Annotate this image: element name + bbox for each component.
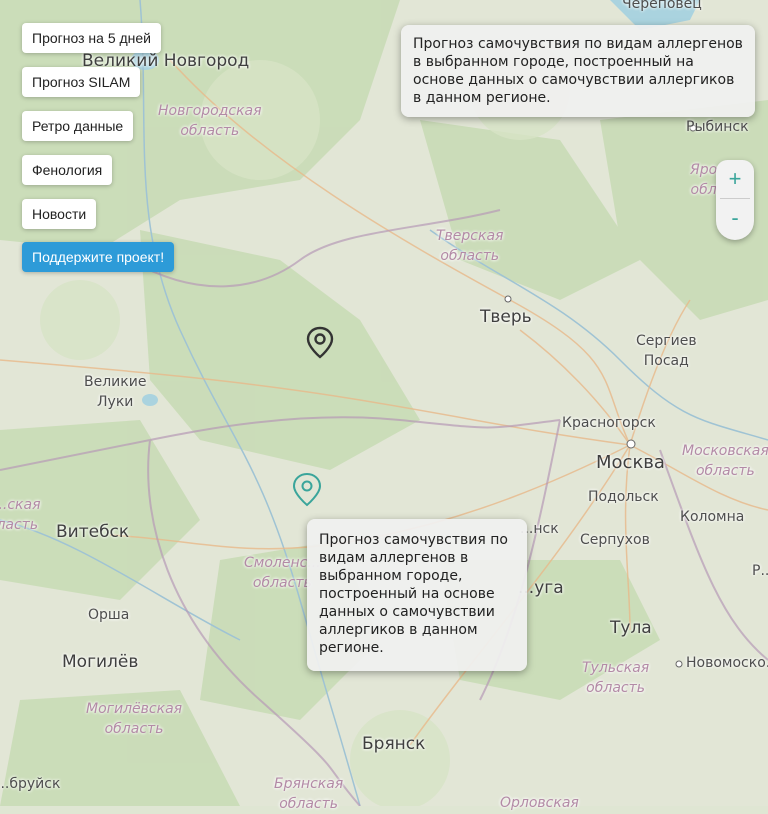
label-tver: Тверь — [480, 307, 532, 327]
label-cherepovets: Череповец — [622, 0, 702, 12]
label-r-edge: Р... — [752, 563, 768, 579]
label-bobruysk: ...бруйск — [0, 776, 61, 792]
silam-forecast-button[interactable]: Прогноз SILAM — [22, 67, 141, 97]
info-tooltip-top: Прогноз самочувствия по видам аллергенов… — [401, 25, 755, 117]
news-button[interactable]: Новости — [22, 199, 97, 229]
label-rybinsk: Рыбинск — [686, 119, 749, 135]
retro-data-button[interactable]: Ретро данные — [22, 111, 134, 141]
label-bryansk-region: Брянская область — [274, 776, 344, 812]
label-novgorod-region: Новгородская область — [158, 103, 262, 139]
forecast-5-days-button[interactable]: Прогноз на 5 дней — [22, 23, 161, 53]
zoom-in-button[interactable]: + — [716, 160, 754, 198]
label-sergiev-posad: Сергиев Посад — [636, 333, 697, 369]
label-novomoskovsk: Новомоско... — [686, 655, 768, 671]
label-krasnogorsk: Красногорск — [562, 415, 656, 431]
label-vitebsk-region: ...ская ласть — [0, 497, 41, 533]
label-tula: Тула — [610, 618, 652, 638]
support-project-button[interactable]: Поддержите проект! — [22, 242, 175, 272]
label-mogilev-region: Могилёвская область — [86, 701, 183, 737]
zoom-out-button[interactable]: - — [716, 199, 754, 237]
label-bryansk: Брянск — [362, 734, 426, 754]
label-kolomna: Коломна — [680, 509, 745, 525]
info-tooltip-bottom: Прогноз самочувствия по видам аллергенов… — [307, 519, 527, 671]
selected-location-pin-icon[interactable] — [292, 472, 322, 508]
label-serpukhov: Серпухов — [580, 532, 650, 548]
label-mogilev: Могилёв — [62, 652, 139, 672]
label-moscow-region: Московская область — [682, 443, 768, 479]
label-tver-region: Тверская область — [436, 228, 504, 264]
label-vitebsk: Витебск — [56, 522, 130, 542]
label-podolsk: Подольск — [588, 489, 659, 505]
label-orsha: Орша — [88, 607, 130, 623]
label-moscow: Москва — [596, 452, 665, 473]
zoom-control: + - — [716, 160, 754, 240]
phenology-button[interactable]: Фенология — [22, 155, 113, 185]
label-velikie-luki: Великие Луки — [84, 374, 147, 410]
label-tula-region: Тульская область — [582, 660, 650, 696]
location-pin-icon[interactable] — [306, 326, 334, 360]
label-oryol-region: Орловская — [500, 795, 579, 811]
